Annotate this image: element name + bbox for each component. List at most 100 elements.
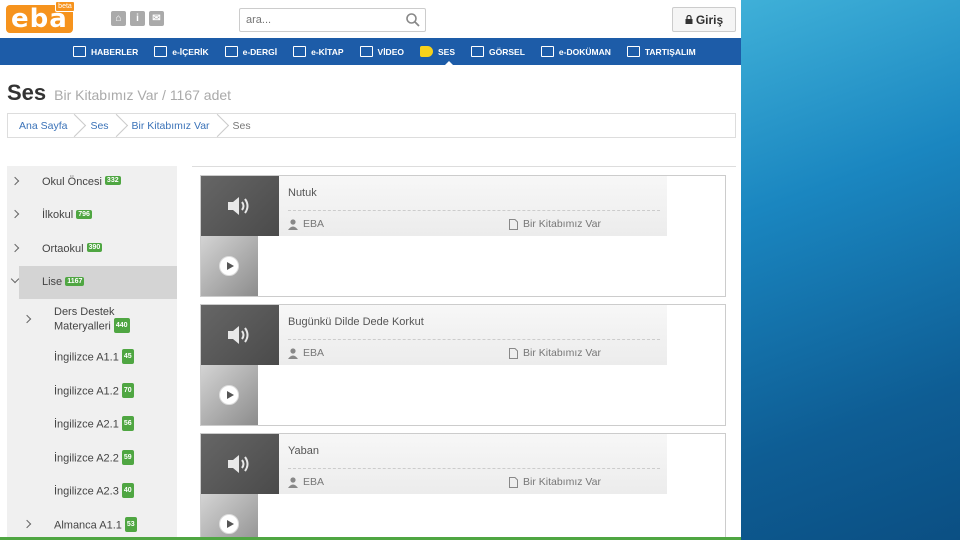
category-item-ingilizce-a1-1[interactable]: İngilizce A1.1 45 — [7, 341, 177, 375]
category-sidebar: Okul Öncesi 332 İlkokul 796 Ortaokul 390 Li… — [7, 166, 177, 540]
audio-thumbnail[interactable] — [201, 434, 279, 494]
play-button[interactable] — [219, 385, 239, 405]
category-item-ingilizce-a1-2[interactable]: İngilizce A1.2 70 — [7, 375, 177, 409]
collection-name: Bir Kitabımız Var — [523, 347, 601, 359]
category-item-ingilizce-a2-1[interactable]: İngilizce A2.1 56 — [7, 408, 177, 442]
play-button[interactable] — [219, 256, 239, 276]
count-badge: 53 — [124, 516, 137, 532]
search-icon[interactable] — [405, 12, 421, 28]
category-item-ortaokul[interactable]: Ortaokul 390 — [7, 232, 177, 266]
count-badge: 440 — [113, 318, 130, 333]
breadcrumb-collection[interactable]: Bir Kitabımız Var — [121, 114, 222, 137]
card-collection[interactable]: Bir Kitabımız Var — [509, 476, 601, 488]
chevron-down-icon — [10, 275, 20, 284]
nav-item-label: GÖRSEL — [489, 46, 525, 57]
nav-item-vi-deo[interactable]: VİDEO — [359, 38, 404, 65]
image-icon — [471, 46, 484, 57]
count-badge: 1167 — [65, 276, 85, 286]
nav-item-e-i-çeri-k[interactable]: e-İÇERİK — [154, 38, 209, 65]
category-label: İngilizce A1.2 — [54, 385, 119, 398]
count-badge: 796 — [76, 209, 92, 219]
card-author[interactable]: EBA — [288, 347, 324, 359]
home-icon[interactable]: ⌂ — [111, 11, 126, 26]
nav-item-e-ki-tap[interactable]: e-KİTAP — [293, 38, 344, 65]
nav-item-label: HABERLER — [91, 46, 139, 57]
audio-card[interactable]: Yaban EBA Bir Kitabımız Var — [200, 433, 726, 540]
nav-item-ses[interactable]: SES — [419, 38, 455, 65]
audio-list: Nutuk EBA Bir Kitabımız Var Bugünkü Dild… — [192, 166, 736, 540]
category-item-ingilizce-a2-2[interactable]: İngilizce A2.2 59 — [7, 442, 177, 476]
speaker-icon — [228, 455, 249, 473]
speaker-icon — [419, 46, 433, 57]
category-item-ingilizce-a2-3[interactable]: İngilizce A2.3 40 — [7, 475, 177, 509]
divider — [288, 468, 660, 469]
main-nav: HABERLER e-İÇERİK e-DERGİ e-KİTAP VİDEO SES GÖ… — [0, 38, 741, 65]
category-item-almanca-a1-1[interactable]: Almanca A1.1 53 — [7, 509, 177, 540]
nav-item-e-doküman[interactable]: e-DOKÜMAN — [540, 38, 611, 65]
speaker-icon — [228, 197, 249, 215]
breadcrumb-ses[interactable]: Ses — [79, 114, 120, 137]
count-badge: 40 — [121, 483, 134, 499]
login-label: Giriş — [695, 12, 724, 27]
discussion-icon — [626, 46, 640, 57]
category-label-line2: Materyalleri — [54, 320, 111, 333]
collection-name: Bir Kitabımız Var — [523, 218, 601, 230]
count-badge: 390 — [86, 243, 103, 253]
eba-logo[interactable]: eba beta — [6, 1, 75, 33]
category-item-ilkokul[interactable]: İlkokul 796 — [7, 199, 177, 233]
category-item-lise[interactable]: Lise 1167 — [10, 265, 177, 299]
search-input[interactable] — [240, 9, 400, 31]
mail-icon[interactable]: ✉ — [149, 11, 164, 26]
card-title[interactable]: Bugünkü Dilde Dede Korkut — [288, 316, 424, 328]
divider — [288, 339, 660, 340]
top-icons: ⌂ i ✉ — [111, 11, 164, 26]
card-author[interactable]: EBA — [288, 218, 324, 230]
audio-thumbnail[interactable] — [201, 176, 279, 236]
info-icon[interactable]: i — [130, 11, 145, 26]
breadcrumb: Ana Sayfa Ses Bir Kitabımız Var Ses — [7, 113, 736, 138]
document-icon — [509, 347, 518, 359]
card-collection[interactable]: Bir Kitabımız Var — [509, 347, 601, 359]
category-label: İngilizce A1.1 — [54, 351, 119, 364]
category-label: İngilizce A2.2 — [54, 452, 119, 465]
play-button[interactable] — [219, 514, 239, 534]
document-icon — [540, 46, 554, 57]
top-bar: eba beta ⌂ i ✉ Giriş — [0, 0, 741, 38]
author-name: EBA — [303, 476, 325, 488]
category-item-okul-oncesi[interactable]: Okul Öncesi 332 — [7, 166, 177, 199]
news-icon — [73, 46, 86, 57]
collection-name: Bir Kitabımız Var — [523, 476, 601, 488]
category-item-ders-destek[interactable]: Ders Destek Materyalleri 440 — [7, 299, 177, 341]
card-title[interactable]: Nutuk — [288, 187, 317, 199]
breadcrumb-home[interactable]: Ana Sayfa — [8, 114, 79, 137]
content-icon — [154, 46, 168, 57]
nav-item-haberler[interactable]: HABERLER — [73, 38, 138, 65]
login-button[interactable]: Giriş — [672, 7, 736, 32]
audio-thumbnail[interactable] — [201, 305, 279, 365]
magazine-icon — [224, 46, 238, 57]
nav-item-görsel[interactable]: GÖRSEL — [471, 38, 525, 65]
category-label: Ders Destek — [54, 306, 115, 318]
search-box — [239, 8, 426, 32]
category-label: Almanca A1.1 — [54, 519, 122, 532]
background-gradient-panel — [741, 0, 960, 540]
nav-item-label: e-KİTAP — [311, 46, 344, 57]
count-badge: 59 — [121, 449, 134, 465]
chevron-right-icon — [10, 243, 20, 252]
nav-item-label: TARTIŞALIM — [644, 46, 696, 57]
nav-item-tartişalim[interactable]: TARTIŞALIM — [626, 38, 696, 65]
card-title[interactable]: Yaban — [288, 445, 319, 457]
audio-card[interactable]: Nutuk EBA Bir Kitabımız Var — [200, 175, 726, 297]
breadcrumb-current: Ses — [232, 119, 251, 132]
count-badge: 332 — [104, 176, 121, 186]
user-icon — [288, 476, 298, 488]
nav-item-label: e-İÇERİK — [172, 46, 209, 57]
card-collection[interactable]: Bir Kitabımız Var — [509, 218, 601, 230]
audio-card[interactable]: Bugünkü Dilde Dede Korkut EBA Bir Kitabı… — [200, 304, 726, 426]
user-icon — [288, 347, 298, 359]
card-author[interactable]: EBA — [288, 476, 324, 488]
nav-item-e-dergi-[interactable]: e-DERGİ — [224, 38, 277, 65]
speaker-icon — [228, 326, 249, 344]
play-area — [201, 365, 258, 425]
chevron-right-icon — [22, 520, 32, 529]
